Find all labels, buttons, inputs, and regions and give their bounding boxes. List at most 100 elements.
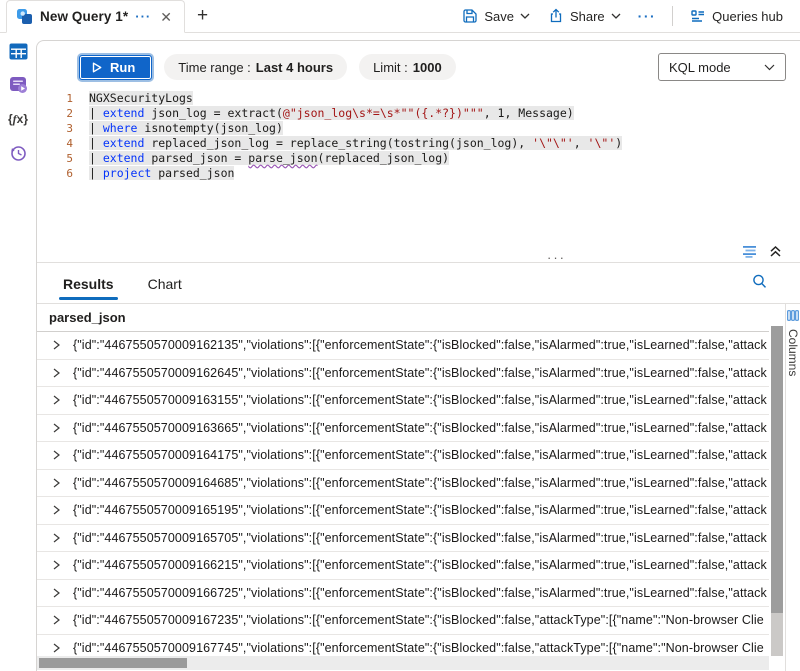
table-row[interactable]: {"id":"4467550570009167745","violations"…: [37, 635, 769, 657]
splitter-handle[interactable]: ···: [547, 254, 566, 262]
divider: [672, 6, 673, 26]
limit-label: Limit :: [373, 60, 408, 75]
vertical-scrollbar-track: [771, 613, 783, 656]
save-button[interactable]: Save: [455, 4, 537, 28]
kql-mode-dropdown[interactable]: KQL mode: [658, 53, 786, 81]
tab-close-icon[interactable]: ✕: [158, 9, 174, 25]
format-lines-icon[interactable]: [743, 245, 761, 258]
share-button[interactable]: Share: [541, 4, 628, 28]
row-json-text: {"id":"4467550570009164685","violations"…: [73, 476, 767, 490]
code-line[interactable]: 1NGXSecurityLogs: [37, 91, 800, 106]
save-icon: [462, 8, 478, 24]
expand-chevron-icon[interactable]: [51, 615, 61, 625]
query-history-icon[interactable]: [0, 136, 36, 170]
table-row[interactable]: {"id":"4467550570009163665","violations"…: [37, 415, 769, 443]
expand-chevron-icon[interactable]: [51, 368, 61, 378]
share-icon: [548, 8, 564, 24]
horizontal-scrollbar[interactable]: [37, 656, 769, 670]
grid-rows: {"id":"4467550570009162135","violations"…: [37, 332, 769, 656]
limit-pill[interactable]: Limit : 1000: [359, 54, 456, 80]
table-row[interactable]: {"id":"4467550570009163155","violations"…: [37, 387, 769, 415]
play-icon: [92, 62, 102, 73]
workspace-panel: Run Time range : Last 4 hours Limit : 10…: [36, 40, 800, 671]
row-json-text: {"id":"4467550570009165705","violations"…: [73, 531, 767, 545]
tab-results[interactable]: Results: [61, 266, 116, 300]
queries-hub-icon: [690, 8, 706, 24]
functions-icon[interactable]: {fx}: [0, 102, 36, 136]
table-row[interactable]: {"id":"4467550570009162135","violations"…: [37, 332, 769, 360]
results-grid: parsed_json {"id":"4467550570009162135",…: [37, 304, 769, 671]
saved-scripts-icon[interactable]: [0, 68, 36, 102]
chevron-down-icon: [764, 64, 775, 71]
horizontal-scrollbar-thumb[interactable]: [39, 658, 187, 668]
editor-footer-icons: [743, 245, 782, 258]
line-number: 3: [37, 121, 89, 136]
columns-panel-label: Columns: [786, 329, 800, 376]
expand-chevron-icon[interactable]: [51, 423, 61, 433]
code-lines[interactable]: 1NGXSecurityLogs2| extend json_log = ext…: [37, 91, 800, 181]
expand-chevron-icon[interactable]: [51, 478, 61, 488]
new-tab-button[interactable]: +: [185, 0, 220, 32]
table-row[interactable]: {"id":"4467550570009165705","violations"…: [37, 525, 769, 553]
expand-chevron-icon[interactable]: [51, 560, 61, 570]
row-json-text: {"id":"4467550570009165195","violations"…: [73, 503, 767, 517]
line-number: 5: [37, 151, 89, 166]
table-row[interactable]: {"id":"4467550570009164175","violations"…: [37, 442, 769, 470]
expand-chevron-icon[interactable]: [51, 505, 61, 515]
tab-chart[interactable]: Chart: [146, 266, 184, 300]
row-json-text: {"id":"4467550570009163665","violations"…: [73, 421, 767, 435]
queries-hub-label: Queries hub: [712, 9, 783, 24]
row-json-text: {"id":"4467550570009162135","violations"…: [73, 338, 767, 352]
time-range-pill[interactable]: Time range : Last 4 hours: [164, 54, 347, 80]
table-row[interactable]: {"id":"4467550570009166725","violations"…: [37, 580, 769, 608]
table-row[interactable]: {"id":"4467550570009167235","violations"…: [37, 607, 769, 635]
query-tab[interactable]: New Query 1* ··· ✕: [6, 0, 185, 33]
results-tab-bar: Results Chart: [37, 263, 800, 304]
table-row[interactable]: {"id":"4467550570009164685","violations"…: [37, 470, 769, 498]
vertical-scrollbar-thumb[interactable]: [771, 326, 783, 613]
table-row[interactable]: {"id":"4467550570009166215","violations"…: [37, 552, 769, 580]
row-json-text: {"id":"4467550570009163155","violations"…: [73, 393, 767, 407]
run-button[interactable]: Run: [79, 55, 152, 80]
share-label: Share: [570, 9, 605, 24]
vertical-scrollbar[interactable]: [769, 304, 785, 671]
time-range-value: Last 4 hours: [256, 60, 333, 75]
tab-title: New Query 1*: [40, 9, 128, 24]
row-json-text: {"id":"4467550570009167745","violations"…: [73, 641, 764, 655]
queries-hub-button[interactable]: Queries hub: [683, 4, 790, 28]
code-text: | extend json_log = extract(@"json_log\s…: [89, 106, 574, 121]
table-row[interactable]: {"id":"4467550570009162645","violations"…: [37, 360, 769, 388]
code-line[interactable]: 4| extend replaced_json_log = replace_st…: [37, 136, 800, 151]
line-number: 1: [37, 91, 89, 106]
more-options-button[interactable]: ···: [632, 8, 663, 24]
code-line[interactable]: 5| extend parsed_json = parse_json(repla…: [37, 151, 800, 166]
time-range-label: Time range :: [178, 60, 251, 75]
connections-table-icon[interactable]: [0, 34, 36, 68]
results-body: parsed_json {"id":"4467550570009162135",…: [37, 304, 800, 671]
search-icon[interactable]: [751, 273, 768, 290]
left-rail: {fx}: [0, 34, 36, 671]
expand-chevron-icon[interactable]: [51, 450, 61, 460]
line-number: 6: [37, 166, 89, 181]
table-row[interactable]: {"id":"4467550570009165195","violations"…: [37, 497, 769, 525]
row-json-text: {"id":"4467550570009167235","violations"…: [73, 613, 764, 627]
expand-chevron-icon[interactable]: [51, 643, 61, 653]
code-line[interactable]: 6| project parsed_json: [37, 166, 800, 181]
tab-bar: New Query 1* ··· ✕ + Save: [0, 0, 800, 33]
collapse-panel-icon[interactable]: [769, 245, 782, 258]
results-section: Results Chart parsed_json {"id":"4467550…: [37, 263, 800, 671]
column-header-parsed-json[interactable]: parsed_json: [37, 304, 769, 332]
line-number: 2: [37, 106, 89, 121]
columns-panel-toggle[interactable]: Columns: [785, 304, 800, 671]
query-editor-section: Run Time range : Last 4 hours Limit : 10…: [37, 41, 800, 263]
top-actions: Save Share ···: [455, 0, 800, 32]
expand-chevron-icon[interactable]: [51, 588, 61, 598]
code-line[interactable]: 3| where isnotempty(json_log): [37, 121, 800, 136]
row-json-text: {"id":"4467550570009166725","violations"…: [73, 586, 767, 600]
expand-chevron-icon[interactable]: [51, 395, 61, 405]
expand-chevron-icon[interactable]: [51, 340, 61, 350]
tab-more-options[interactable]: ···: [135, 9, 151, 24]
code-line[interactable]: 2| extend json_log = extract(@"json_log\…: [37, 106, 800, 121]
code-text: | where isnotempty(json_log): [89, 121, 283, 136]
expand-chevron-icon[interactable]: [51, 533, 61, 543]
